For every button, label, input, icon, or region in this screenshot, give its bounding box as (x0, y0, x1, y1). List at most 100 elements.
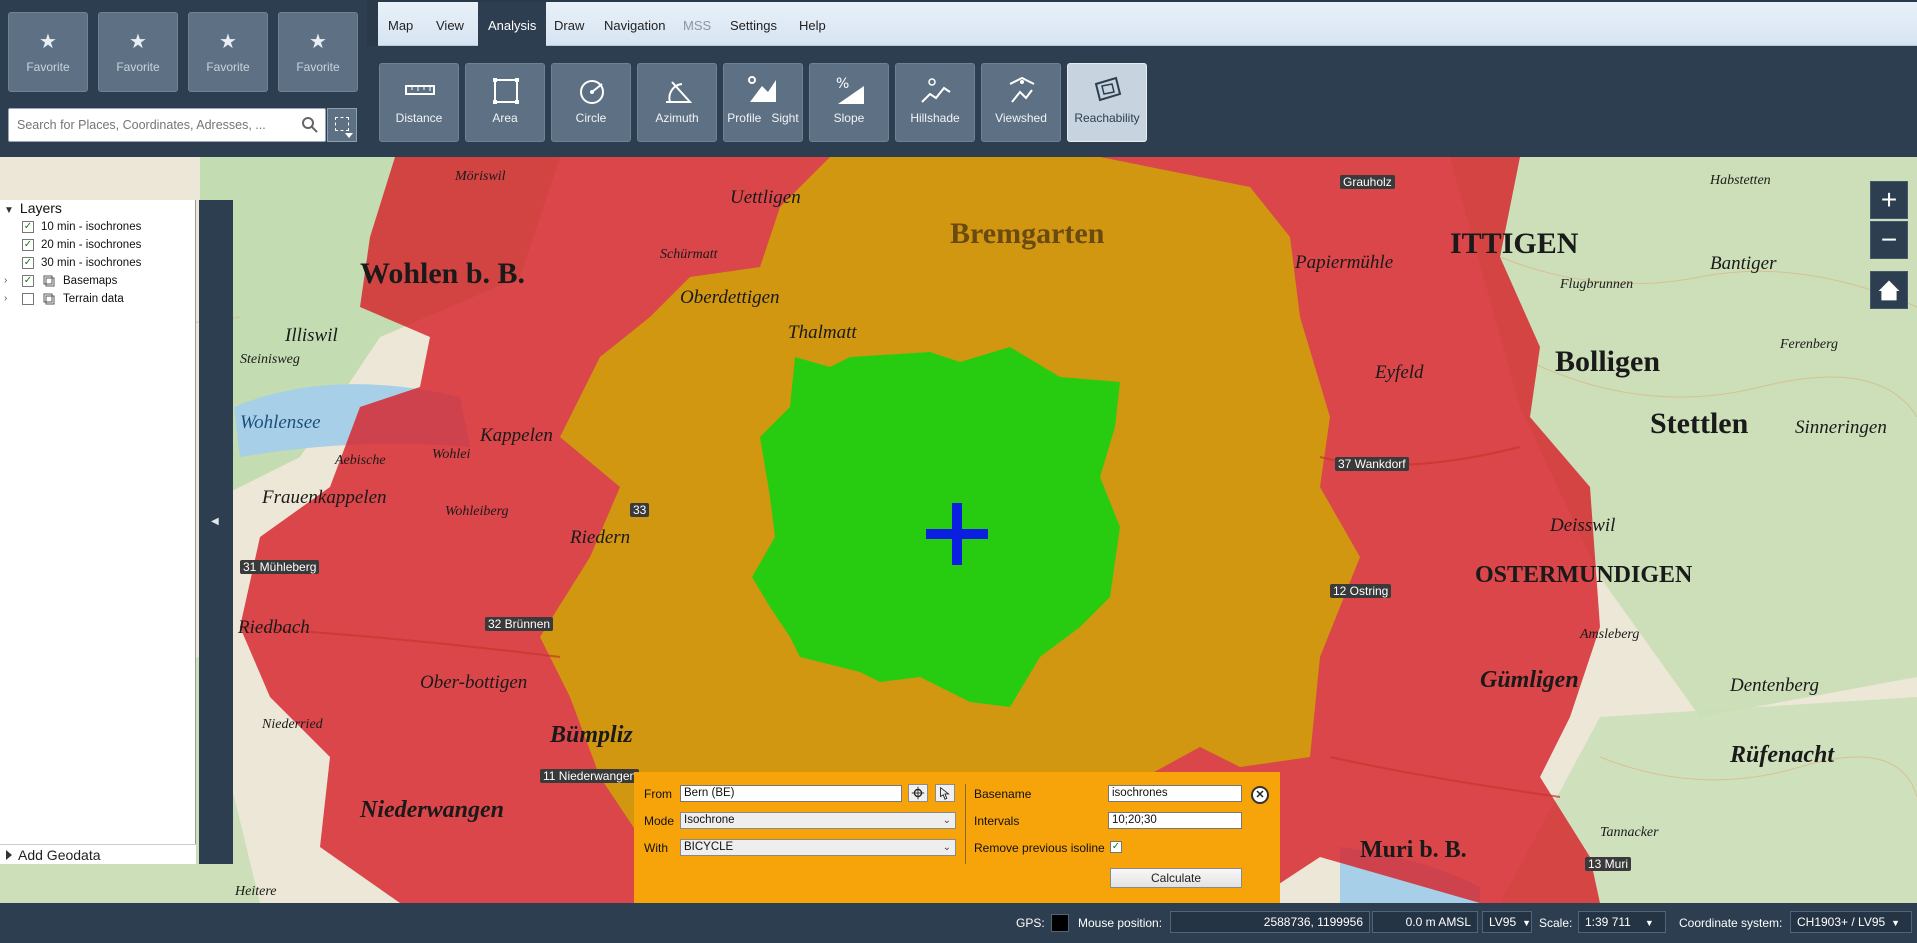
menu-analysis[interactable]: Analysis (478, 2, 547, 46)
favorite-label: Favorite (206, 60, 250, 74)
map-label: Rüfenacht (1730, 742, 1835, 768)
from-input[interactable]: Bern (BE) (680, 785, 902, 802)
intervals-input[interactable]: 10;20;30 (1108, 812, 1242, 829)
layer-checkbox[interactable]: ✓ (22, 239, 34, 251)
profile-label[interactable]: Profile (727, 111, 761, 125)
home-icon (1878, 280, 1900, 301)
pick-on-map-button[interactable] (935, 784, 955, 802)
calculate-button[interactable]: Calculate (1110, 868, 1242, 888)
circle-tool-button[interactable]: Circle (551, 63, 631, 142)
collapse-arrow-icon[interactable]: ◀ (211, 516, 219, 527)
tool-label: Circle (575, 111, 607, 125)
menu-view[interactable]: View (426, 2, 474, 46)
viewshed-tool-button[interactable]: Viewshed (981, 63, 1061, 142)
favorites-panel: ★ Favorite ★ Favorite ★ Favorite ★ Favor… (0, 0, 367, 157)
layers-panel-collapse-bar[interactable]: ◀ (199, 200, 233, 864)
coordinate-system-value: CH1903+ / LV95 (1797, 915, 1886, 929)
close-button[interactable]: ✕ (1251, 786, 1269, 804)
zoom-out-button[interactable]: − (1870, 221, 1908, 259)
favorite-button-2[interactable]: ★ Favorite (98, 12, 178, 92)
home-button[interactable] (1870, 271, 1908, 309)
layer-checkbox[interactable]: ✓ (22, 257, 34, 269)
favorite-label: Favorite (26, 60, 70, 74)
map-label-niederwangen: Niederwangen (360, 797, 504, 823)
layers-icon (43, 293, 55, 305)
search-icon[interactable] (301, 116, 319, 134)
tool-label: Reachability (1074, 111, 1140, 125)
layer-group-basemaps[interactable]: › ✓ Basemaps (0, 272, 196, 290)
gps-toggle[interactable] (1051, 914, 1069, 932)
sight-label[interactable]: Sight (771, 111, 798, 125)
favorite-button-4[interactable]: ★ Favorite (278, 12, 358, 92)
road-label: 37 Wankdorf (1335, 457, 1409, 471)
basename-input[interactable]: isochrones (1108, 785, 1242, 802)
layer-item-20min[interactable]: ✓ 20 min - isochrones (0, 236, 196, 254)
layer-label: Basemaps (63, 275, 118, 287)
area-icon (493, 78, 519, 104)
tool-label: Viewshed (995, 111, 1047, 125)
map-label: Tannacker (1600, 825, 1659, 840)
layer-group-terrain[interactable]: › Terrain data (0, 290, 196, 308)
map-label: Ferenberg (1780, 337, 1839, 352)
selection-tool-button[interactable] (327, 108, 357, 142)
map-label: Kappelen (480, 425, 553, 446)
layer-checkbox[interactable]: ✓ (22, 221, 34, 233)
dropdown-icon (345, 133, 353, 138)
star-icon: ★ (39, 31, 57, 53)
with-value: BICYCLE (684, 841, 734, 853)
area-tool-button[interactable]: Area (465, 63, 545, 142)
with-select[interactable]: BICYCLE ⌄ (680, 839, 956, 856)
remove-previous-checkbox[interactable]: ✓ (1110, 841, 1122, 853)
expand-icon[interactable]: › (4, 290, 14, 308)
favorite-button-1[interactable]: ★ Favorite (8, 12, 88, 92)
menu-draw[interactable]: Draw (544, 2, 594, 46)
intervals-label: Intervals (974, 814, 1020, 828)
search-box (8, 108, 326, 142)
reachability-icon (1094, 76, 1122, 102)
map-label: Bremgarten (950, 217, 1105, 250)
reachability-tool-button[interactable]: Reachability (1067, 63, 1147, 142)
map-label-ostermundigen: OSTERMUNDIGEN (1475, 562, 1693, 588)
layers-title-text: Layers (19, 200, 62, 216)
crosshair-icon (911, 786, 925, 800)
zoom-in-button[interactable]: + (1870, 181, 1908, 219)
tool-label: Area (492, 111, 518, 125)
position-crs-value: LV95 (1489, 915, 1517, 929)
menu-map[interactable]: Map (378, 2, 423, 46)
scale-select[interactable]: 1:39 711 ▼ (1578, 911, 1666, 933)
layer-label: 30 min - isochrones (41, 257, 142, 269)
road-label: 11 Niederwangen (540, 769, 640, 783)
menu-navigation[interactable]: Navigation (594, 2, 675, 46)
layer-item-10min[interactable]: ✓ 10 min - isochrones (0, 218, 196, 236)
map-label: Flugbrunnen (1560, 277, 1634, 292)
locate-button[interactable] (908, 784, 928, 802)
menu-help[interactable]: Help (789, 2, 836, 46)
layer-checkbox[interactable]: ✓ (22, 275, 34, 287)
coordinate-system-select[interactable]: CH1903+ / LV95 ▼ (1790, 911, 1912, 933)
profile-sight-tool-button[interactable]: Profile Sight (723, 63, 803, 142)
pointer-icon (940, 786, 950, 800)
position-crs-select[interactable]: LV95 ▼ (1482, 911, 1532, 933)
menu-settings[interactable]: Settings (720, 2, 787, 46)
distance-tool-button[interactable]: Distance (379, 63, 459, 142)
expand-icon (6, 850, 12, 860)
map-label: Uettligen (730, 187, 801, 208)
expand-icon[interactable]: › (4, 272, 14, 290)
mode-select[interactable]: Isochrone ⌄ (680, 812, 956, 829)
search-input[interactable] (9, 109, 289, 141)
layer-item-30min[interactable]: ✓ 30 min - isochrones (0, 254, 196, 272)
add-geodata-button[interactable]: Add Geodata (0, 844, 196, 864)
layers-title[interactable]: ▼ Layers (0, 200, 62, 218)
slope-tool-button[interactable]: % Slope (809, 63, 889, 142)
favorite-button-3[interactable]: ★ Favorite (188, 12, 268, 92)
map-label: Deisswil (1550, 515, 1616, 536)
hillshade-tool-button[interactable]: Hillshade (895, 63, 975, 142)
add-geodata-label: Add Geodata (18, 847, 101, 863)
azimuth-tool-button[interactable]: Azimuth (637, 63, 717, 142)
tool-label: Profile Sight (724, 111, 802, 125)
layer-checkbox[interactable] (22, 293, 34, 305)
chevron-down-icon: ⌄ (942, 815, 951, 826)
star-icon: ★ (129, 31, 147, 53)
scale-value: 1:39 711 (1585, 915, 1631, 929)
tool-label: Azimuth (655, 111, 699, 125)
